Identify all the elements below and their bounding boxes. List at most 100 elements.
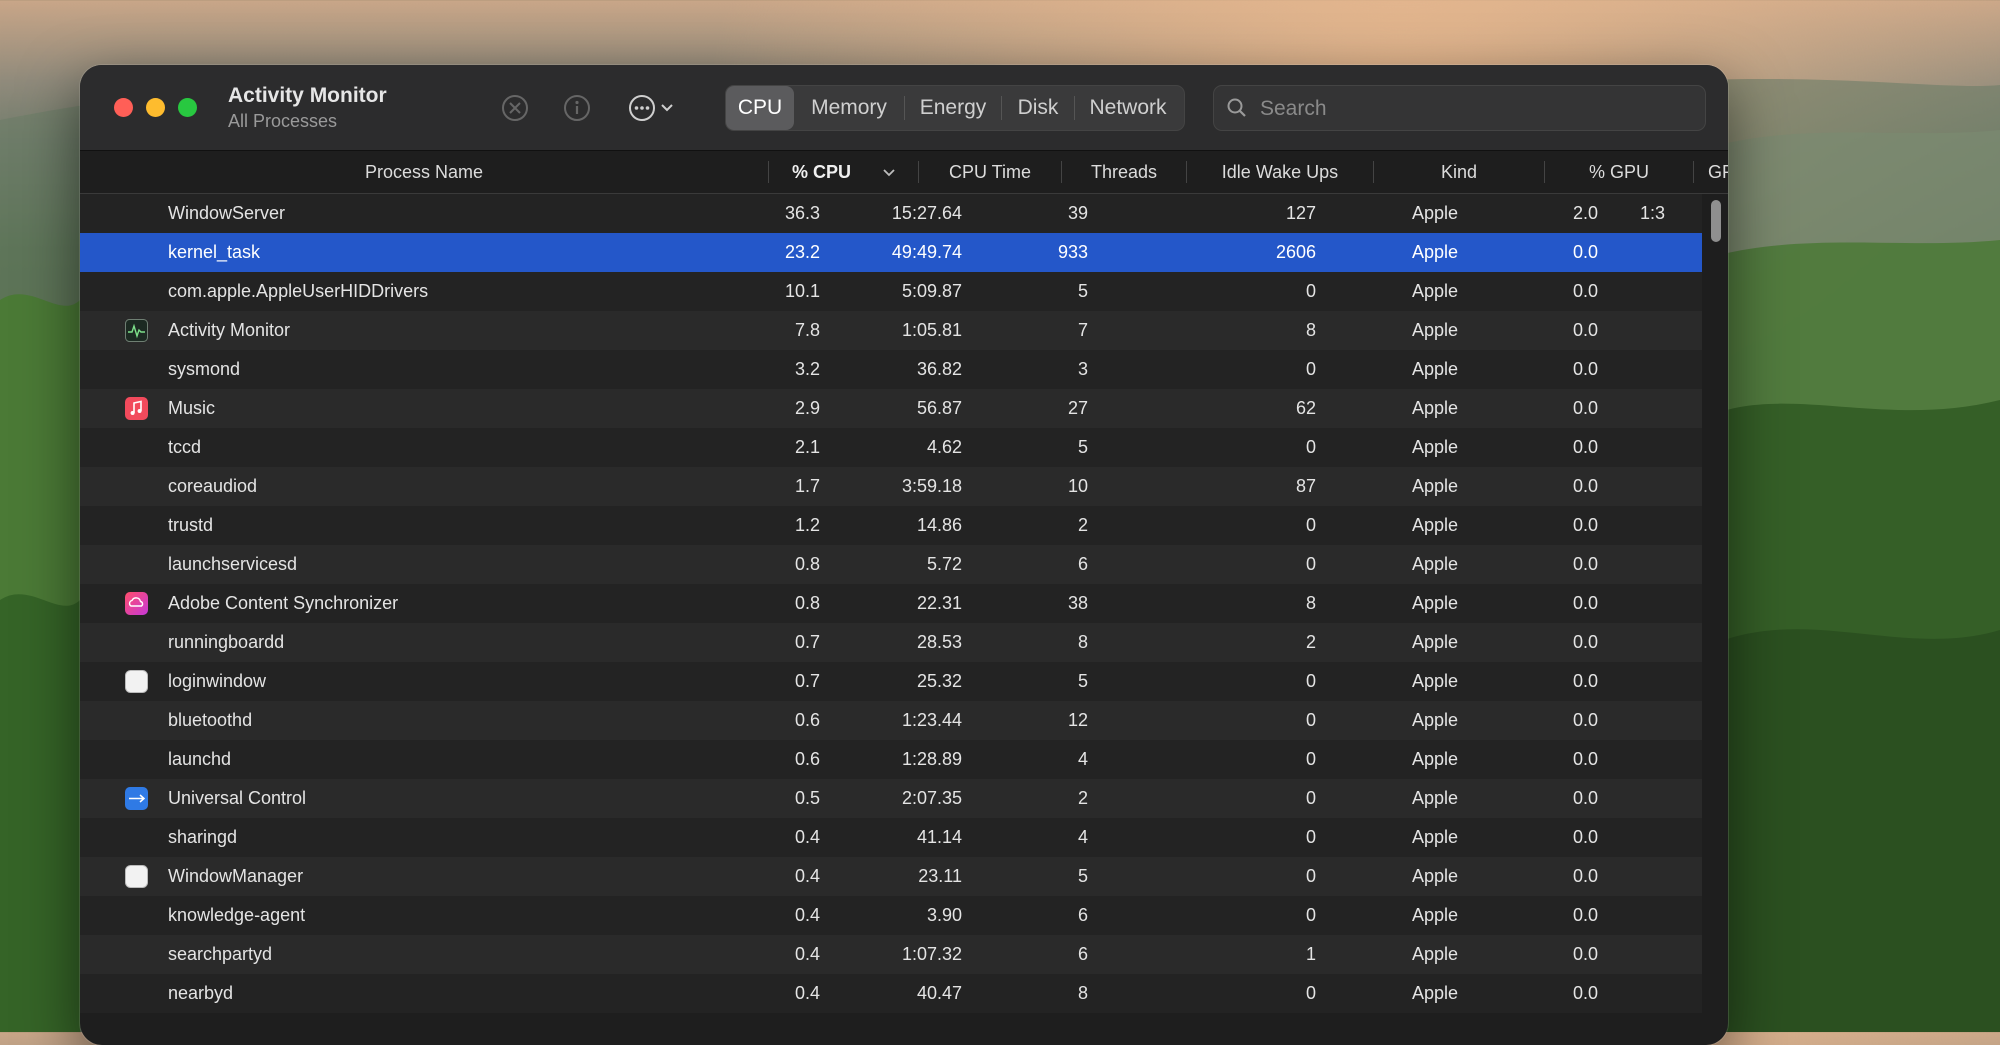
music-icon [125,397,148,420]
close-window-button[interactable] [114,98,133,117]
table-row[interactable]: Music 2.9 56.87 27 62 Apple 0.0 [80,389,1702,428]
column-threads[interactable]: Threads [1062,151,1186,193]
idle-wake-ups: 0 [1305,788,1316,808]
table-row[interactable]: Activity Monitor 7.8 1:05.81 7 8 Apple 0.0 [80,311,1702,350]
cpu-percent: 0.6 [794,710,820,730]
creative-cloud-icon [125,592,148,615]
cpu-time: 25.32 [916,671,962,691]
cpu-percent: 36.3 [784,203,820,223]
table-row[interactable]: WindowManager 0.4 23.11 5 0 Apple 0.0 [80,857,1702,896]
gpu-percent: 0.0 [1572,242,1598,262]
idle-wake-ups: 1 [1305,944,1316,964]
process-kind: Apple [1411,437,1458,457]
gpu-time [1640,428,1710,467]
window-subtitle[interactable]: All Processes [228,111,337,132]
more-actions-button[interactable] [624,91,688,125]
scrollbar-thumb[interactable] [1711,200,1721,242]
cpu-percent: 23.2 [784,242,820,262]
process-name: nearbyd [168,983,234,1003]
table-row[interactable]: WindowServer 36.3 15:27.64 39 127 Apple 2.0 1:3 [80,194,1702,233]
cpu-percent: 0.4 [794,983,820,1003]
idle-wake-ups: 8 [1305,593,1316,613]
tab-cpu[interactable]: CPU [726,86,794,130]
process-kind: Apple [1411,515,1458,535]
cpu-time: 56.87 [916,398,962,418]
idle-wake-ups: 0 [1305,827,1316,847]
table-row[interactable]: knowledge-agent 0.4 3.90 6 0 Apple 0.0 [80,896,1702,935]
tab-network[interactable]: Network [1075,86,1181,130]
table-row[interactable]: launchservicesd 0.8 5.72 6 0 Apple 0.0 [80,545,1702,584]
table-row[interactable]: trustd 1.2 14.86 2 0 Apple 0.0 [80,506,1702,545]
process-kind: Apple [1411,593,1458,613]
gpu-percent: 0.0 [1572,281,1598,301]
table-row[interactable]: bluetoothd 0.6 1:23.44 12 0 Apple 0.0 [80,701,1702,740]
column-kind[interactable]: Kind [1374,151,1544,193]
threads-count: 6 [1077,554,1088,574]
table-row[interactable]: sysmond 3.2 36.82 3 0 Apple 0.0 [80,350,1702,389]
search-field[interactable]: Search [1213,85,1706,131]
cpu-percent: 0.7 [794,671,820,691]
cpu-time: 5:09.87 [901,281,962,301]
tab-energy[interactable]: Energy [905,86,1001,130]
gpu-percent: 0.0 [1572,749,1598,769]
table-row[interactable]: coreaudiod 1.7 3:59.18 10 87 Apple 0.0 [80,467,1702,506]
cpu-percent: 2.1 [794,437,820,457]
vertical-scrollbar[interactable] [1710,197,1722,1037]
process-name: Music [168,398,216,418]
tab-memory[interactable]: Memory [794,86,904,130]
cpu-percent: 3.2 [794,359,820,379]
activity-monitor-icon [125,319,148,342]
table-row[interactable]: runningboardd 0.7 28.53 8 2 Apple 0.0 [80,623,1702,662]
column-gpu[interactable]: % GPU [1545,151,1693,193]
gpu-time [1640,935,1710,974]
column-cpu[interactable]: % CPU [769,151,919,193]
process-name: tccd [168,437,202,457]
cpu-percent: 10.1 [784,281,820,301]
column-idle-wake-ups[interactable]: Idle Wake Ups [1187,151,1373,193]
minimize-window-button[interactable] [146,98,165,117]
threads-count: 4 [1077,749,1088,769]
search-icon [1227,98,1246,117]
cpu-time: 40.47 [916,983,962,1003]
cpu-time: 1:23.44 [901,710,962,730]
process-kind: Apple [1411,632,1458,652]
table-row[interactable]: searchpartyd 0.4 1:07.32 6 1 Apple 0.0 [80,935,1702,974]
table-row[interactable]: com.apple.AppleUserHIDDrivers 10.1 5:09.87… [80,272,1702,311]
window-title: Activity Monitor [228,84,387,107]
table-row[interactable]: nearbyd 0.4 40.47 8 0 Apple 0.0 [80,974,1702,1013]
table-row[interactable]: kernel_task 23.2 49:49.74 933 2606 Apple 0.0 [80,233,1702,272]
threads-count: 12 [1067,710,1088,730]
tab-disk[interactable]: Disk [1002,86,1074,130]
threads-count: 38 [1067,593,1088,613]
cpu-percent: 2.9 [794,398,820,418]
column-header: Process Name % CPU CPU Time Threads Idle… [80,151,1728,194]
table-row[interactable]: tccd 2.1 4.62 5 0 Apple 0.0 [80,428,1702,467]
generic-app-icon [125,865,148,888]
table-row[interactable]: Adobe Content Synchronizer 0.8 22.31 38 8 App… [80,584,1702,623]
gpu-percent: 0.0 [1572,515,1598,535]
process-kind: Apple [1411,476,1458,496]
column-process-name[interactable]: Process Name [80,151,768,193]
gpu-percent: 0.0 [1572,944,1598,964]
column-gpu-time[interactable]: GPU T [1694,151,1728,193]
table-row[interactable]: Universal Control 0.5 2:07.35 2 0 Apple 0.0 [80,779,1702,818]
threads-count: 2 [1077,515,1088,535]
process-name: knowledge-agent [168,905,306,925]
stop-process-button[interactable] [498,91,532,125]
sort-descending-icon [883,169,895,177]
process-name: WindowServer [168,203,286,223]
process-name: com.apple.AppleUserHIDDrivers [168,281,429,301]
table-row[interactable]: loginwindow 0.7 25.32 5 0 Apple 0.0 [80,662,1702,701]
table-row[interactable]: sharingd 0.4 41.14 4 0 Apple 0.0 [80,818,1702,857]
gpu-time [1640,701,1710,740]
idle-wake-ups: 62 [1295,398,1316,418]
column-cpu-time[interactable]: CPU Time [919,151,1061,193]
process-name: launchd [168,749,232,769]
cpu-time: 1:07.32 [901,944,962,964]
cpu-percent: 1.2 [794,515,820,535]
zoom-window-button[interactable] [178,98,197,117]
gpu-time: 1:3 [1640,203,1666,223]
inspect-process-button[interactable] [560,91,594,125]
cpu-percent: 0.8 [794,554,820,574]
table-row[interactable]: launchd 0.6 1:28.89 4 0 Apple 0.0 [80,740,1702,779]
